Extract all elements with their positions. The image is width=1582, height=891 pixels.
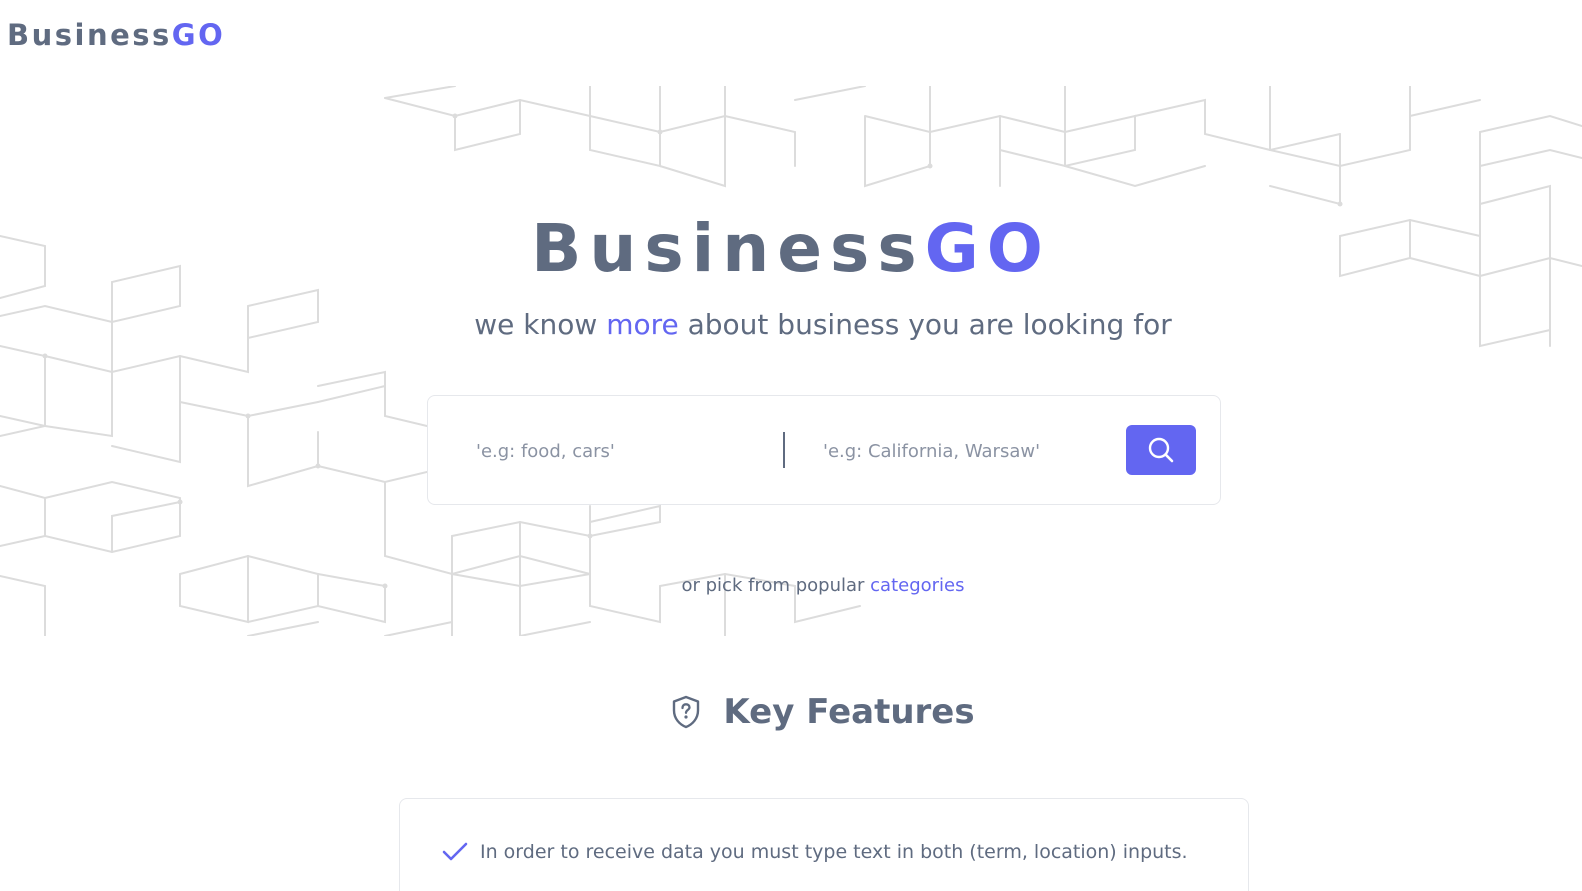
header-logo[interactable]: BusinessGO bbox=[7, 18, 225, 52]
features-title: Key Features bbox=[723, 692, 975, 732]
header-logo-main: Business bbox=[7, 18, 172, 52]
location-input[interactable] bbox=[823, 426, 1113, 476]
hero-subtitle-after: about business you are looking for bbox=[678, 308, 1172, 341]
shield-question-icon bbox=[673, 695, 700, 729]
search-icon bbox=[1148, 437, 1174, 463]
categories-hint: or pick from popular categories bbox=[0, 575, 1582, 596]
feature-card: In order to receive data you must type t… bbox=[399, 798, 1249, 891]
hero-title: BusinessGO bbox=[0, 210, 1582, 287]
search-box bbox=[427, 395, 1221, 505]
page: BusinessGO BusinessGO we know more about… bbox=[0, 0, 1582, 891]
hero-subtitle-before: we know bbox=[474, 308, 607, 341]
search-button[interactable] bbox=[1126, 425, 1196, 475]
header-logo-accent: GO bbox=[171, 18, 226, 52]
hero-subtitle: we know more about business you are look… bbox=[0, 308, 1582, 341]
search-divider bbox=[783, 432, 785, 468]
features-heading: Key Features bbox=[0, 692, 1582, 732]
feature-item-text: In order to receive data you must type t… bbox=[480, 841, 1188, 863]
check-icon bbox=[442, 842, 468, 861]
hero-title-accent: GO bbox=[924, 210, 1051, 287]
term-input[interactable] bbox=[476, 426, 776, 476]
hero-title-main: Business bbox=[531, 210, 925, 287]
feature-item: In order to receive data you must type t… bbox=[442, 841, 1188, 863]
hero-subtitle-accent: more bbox=[606, 308, 679, 341]
categories-prefix: or pick from popular bbox=[681, 575, 871, 596]
categories-link[interactable]: categories bbox=[870, 575, 964, 596]
background-pattern bbox=[0, 86, 1582, 636]
